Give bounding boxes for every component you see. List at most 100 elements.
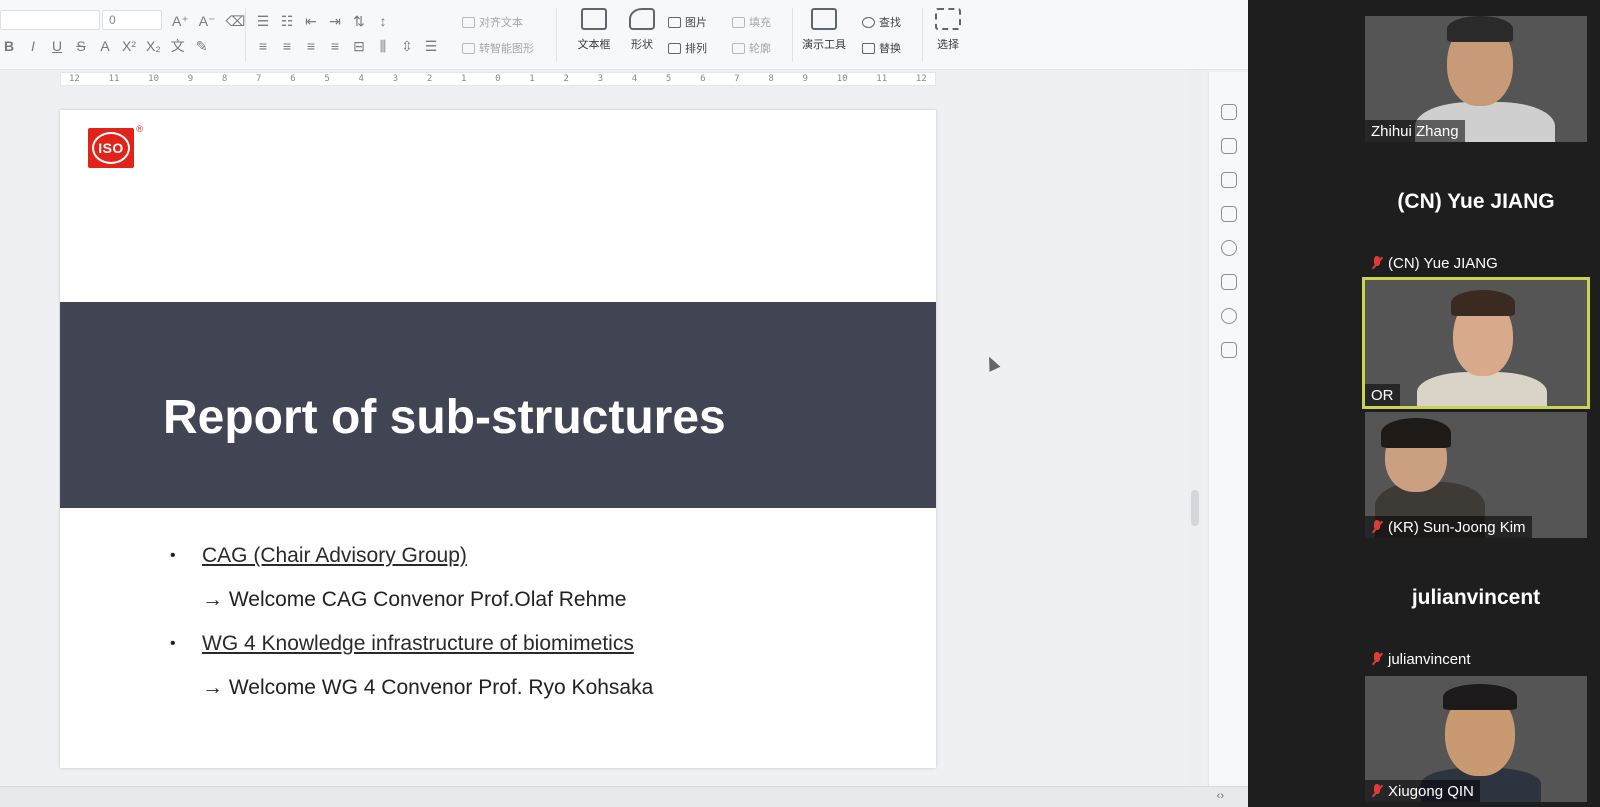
shape-label: 形状 <box>631 39 653 51</box>
title-band: Report of sub-structures <box>60 302 936 508</box>
participant-name: Zhihui Zhang <box>1371 122 1459 140</box>
bold-icon[interactable]: B <box>2 37 16 55</box>
ruler-tick-label: 12 <box>69 74 80 84</box>
smartart-button[interactable]: 转智能图形 <box>462 40 534 56</box>
outline-button[interactable]: 轮廓 <box>732 40 771 56</box>
shape-button[interactable]: 形状 <box>614 8 670 52</box>
expand-icon[interactable]: ‹› <box>1217 790 1224 802</box>
font-name-field[interactable] <box>0 10 100 30</box>
ruler-tick-label: 6 <box>290 74 296 84</box>
align-right-icon[interactable]: ≡ <box>304 37 318 55</box>
bullet-text-cag: CAG (Chair Advisory Group) <box>202 544 467 567</box>
ribbon-toolbar: 0 A⁺ A⁻ ⌫ B I U S A X² X₂ 文 ✎ ☰ ☷ ⇤ ⇥ ⇅ … <box>0 0 1248 70</box>
sub-item: → Welcome CAG Convenor Prof.Olaf Rehme <box>202 588 627 611</box>
settings-sliders-icon[interactable] <box>1221 138 1237 154</box>
participant-tile[interactable]: (KR) Sun-Joong Kim <box>1365 412 1587 538</box>
increase-indent-icon[interactable]: ⇥ <box>328 12 342 30</box>
clear-format-icon[interactable]: ⌫ <box>225 12 245 30</box>
arrange-icon <box>668 42 681 54</box>
picture-button[interactable]: 图片 <box>668 14 707 30</box>
backup-icon[interactable] <box>1221 274 1237 290</box>
slide-layout-icon[interactable] <box>1221 206 1237 222</box>
ruler-tick-label: 8 <box>221 74 228 84</box>
smartart-icon <box>462 42 475 54</box>
align-left-icon[interactable]: ≡ <box>256 37 270 55</box>
line-height-icon[interactable]: ☰ <box>424 37 438 55</box>
mic-muted-icon <box>1371 783 1383 799</box>
animation-icon[interactable] <box>1221 104 1237 120</box>
scrollbar-thumb[interactable] <box>1191 490 1199 526</box>
participant-tile[interactable]: Zhihui Zhang <box>1365 16 1587 142</box>
ruler-tick-label: 7 <box>734 74 740 84</box>
para-spacing-icon[interactable]: ⇳ <box>400 37 414 55</box>
fill-button[interactable]: 填充 <box>732 14 771 30</box>
distribute-icon[interactable]: ⊟ <box>352 37 366 55</box>
effects-icon[interactable] <box>1221 172 1237 188</box>
highlight-icon[interactable]: ✎ <box>195 37 209 55</box>
columns-icon[interactable]: ⫼ <box>376 37 390 55</box>
font-color-icon[interactable]: A <box>98 37 112 55</box>
toolbar-separator <box>792 8 793 62</box>
present-tools-label: 演示工具 <box>802 39 846 51</box>
participant-name-tag: OR <box>1365 384 1400 406</box>
horizontal-scrollbar[interactable]: ‹› <box>0 786 1248 807</box>
bullet-item: • CAG (Chair Advisory Group) <box>170 534 870 578</box>
slide-body[interactable]: • CAG (Chair Advisory Group) → Welcome C… <box>170 534 870 710</box>
phonetic-icon[interactable]: 文 <box>171 37 185 55</box>
participant-name: (CN) Yue JIANG <box>1388 254 1498 272</box>
grow-font-icon[interactable]: A⁺ <box>172 12 189 30</box>
find-button[interactable]: 查找 <box>862 14 901 30</box>
font-style-tools: B I U S A X² X₂ 文 ✎ <box>2 37 209 55</box>
replace-button[interactable]: 替换 <box>862 40 901 56</box>
bullet-marker: • <box>170 635 176 652</box>
align-tools: ≡ ≡ ≡ ≡ ⊟ ⫼ ⇳ ☰ <box>256 37 438 55</box>
presentation-editor: 0 A⁺ A⁻ ⌫ B I U S A X² X₂ 文 ✎ ☰ ☷ ⇤ ⇥ ⇅ … <box>0 0 1248 807</box>
toolbar-separator <box>245 8 246 62</box>
ruler-tick-label: 2 <box>426 74 433 84</box>
underline-icon[interactable]: U <box>50 37 64 55</box>
mic-muted-icon <box>1371 651 1383 667</box>
font-size-tools: A⁺ A⁻ ⌫ <box>172 12 245 30</box>
arrange-button[interactable]: 排列 <box>668 40 707 56</box>
select-label: 选择 <box>937 39 959 51</box>
ruler-tick-label: 7 <box>256 74 262 84</box>
outline-label: 轮廓 <box>749 43 771 55</box>
participant-display-name: (CN) Yue JIANG <box>1397 190 1555 213</box>
vertical-scrollbar[interactable] <box>1188 70 1202 786</box>
superscript-icon[interactable]: X² <box>122 37 136 55</box>
ruler-tick-label: 2 <box>563 74 569 84</box>
outline-icon <box>732 42 745 54</box>
line-spacing-icon[interactable]: ↕ <box>376 12 390 30</box>
decrease-indent-icon[interactable]: ⇤ <box>304 12 318 30</box>
subscript-icon[interactable]: X₂ <box>146 37 161 55</box>
participant-tile[interactable]: Xiugong QIN <box>1365 676 1587 802</box>
present-tools-button[interactable]: 演示工具 <box>796 8 852 52</box>
location-icon[interactable] <box>1221 308 1237 324</box>
slide-title[interactable]: Report of sub-structures <box>163 390 726 445</box>
numbered-list-icon[interactable]: ☷ <box>280 12 294 30</box>
bullet-list-icon[interactable]: ☰ <box>256 12 270 30</box>
participant-tile[interactable]: (CN) Yue JIANG (CN) Yue JIANG <box>1365 148 1587 274</box>
italic-icon[interactable]: I <box>26 37 40 55</box>
textbox-icon <box>581 8 607 30</box>
participant-tile-active-speaker[interactable]: OR <box>1362 277 1590 409</box>
align-text-icon <box>462 16 475 28</box>
book-icon[interactable] <box>1221 342 1237 358</box>
align-text-button[interactable]: 对齐文本 <box>462 14 523 30</box>
present-tools-icon <box>811 8 837 30</box>
help-icon[interactable] <box>1221 240 1237 256</box>
align-center-icon[interactable]: ≡ <box>280 37 294 55</box>
font-size-field[interactable]: 0 <box>102 10 162 30</box>
select-button[interactable]: 选择 <box>920 8 976 52</box>
participant-name-tag: (CN) Yue JIANG <box>1365 252 1504 274</box>
shrink-font-icon[interactable]: A⁻ <box>199 12 216 30</box>
justify-icon[interactable]: ≡ <box>328 37 342 55</box>
shape-icon <box>629 8 655 30</box>
strikethrough-icon[interactable]: S <box>74 37 88 55</box>
participant-tile[interactable]: julianvincent julianvincent <box>1365 544 1587 670</box>
text-direction-icon[interactable]: ⇅ <box>352 12 366 30</box>
bullet-item: • WG 4 Knowledge infrastructure of biomi… <box>170 622 870 666</box>
ruler-tick-label: 9 <box>802 74 808 84</box>
slide-canvas[interactable]: ISO ® Report of sub-structures • CAG (Ch… <box>60 110 936 768</box>
participant-name-tag: (KR) Sun-Joong Kim <box>1365 516 1532 538</box>
